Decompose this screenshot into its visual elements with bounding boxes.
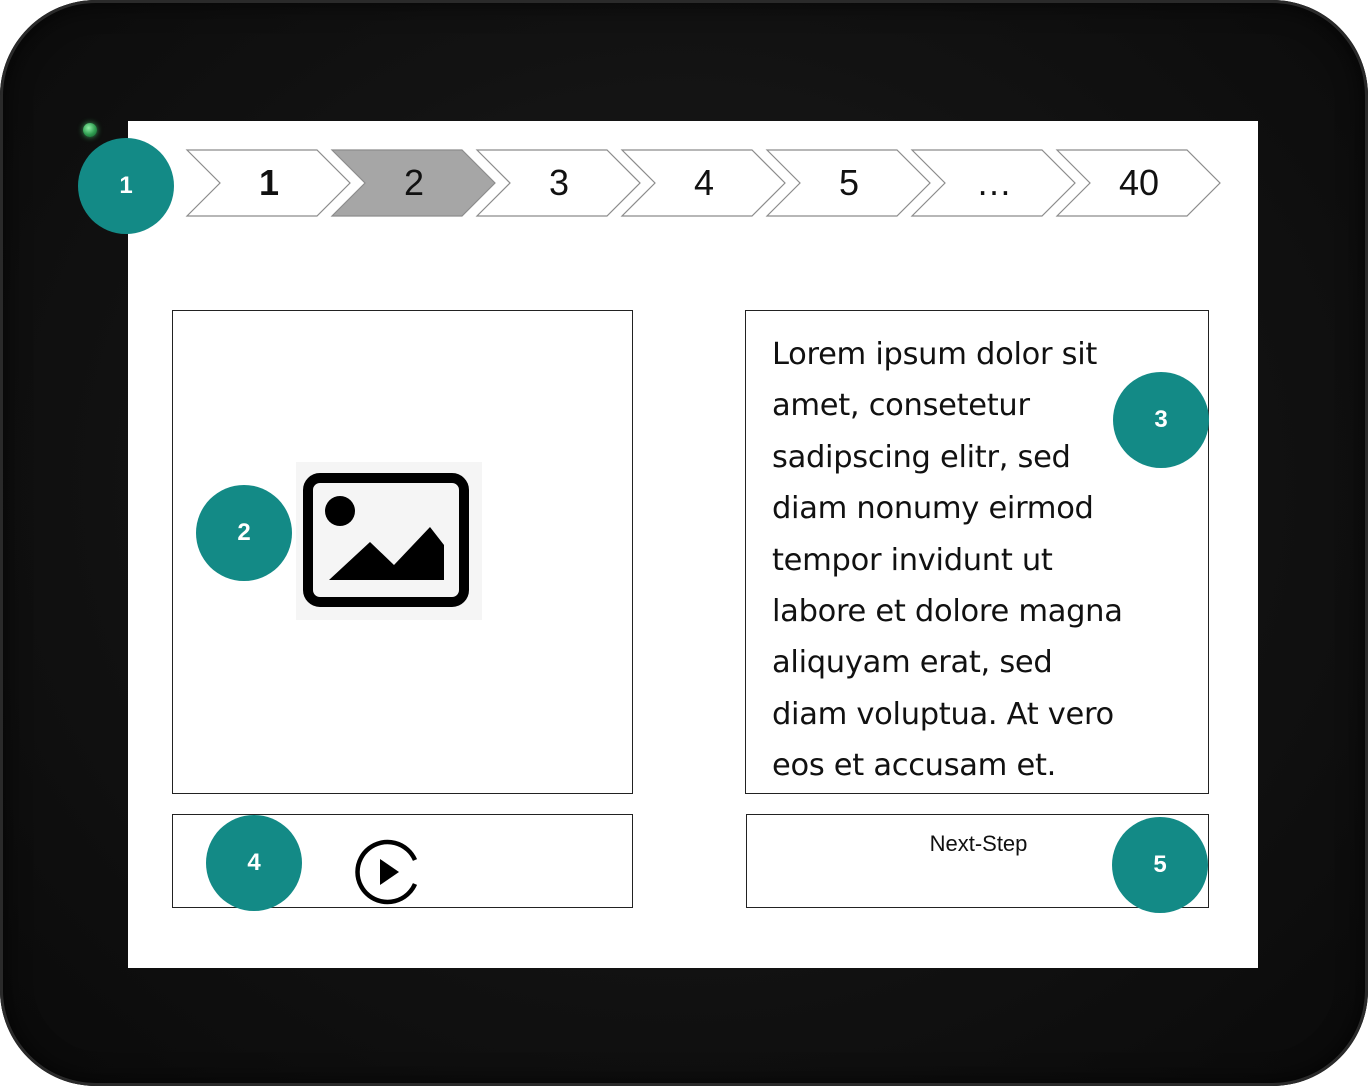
step-label-ellipsis: … — [976, 162, 1012, 203]
step-label-1: 1 — [258, 162, 280, 203]
callout-2: 2 — [196, 485, 292, 581]
callout-3: 3 — [1113, 372, 1209, 468]
callout-4: 4 — [206, 815, 302, 911]
step-label-2: 2 — [403, 162, 425, 203]
callout-1: 1 — [78, 138, 174, 234]
play-icon[interactable] — [353, 838, 421, 906]
status-led — [83, 123, 97, 137]
step-label-4: 4 — [693, 162, 715, 203]
callout-5: 5 — [1112, 817, 1208, 913]
device-screen: 1 2 3 4 5 … 40 Lorem ipsum dolor sit ame… — [128, 121, 1258, 968]
step-label-5: 5 — [838, 162, 860, 203]
step-progress-bar: 1 2 3 4 5 … 40 — [128, 121, 1258, 251]
image-icon — [296, 462, 482, 620]
step-label-40: 40 — [1118, 162, 1160, 203]
step-label-3: 3 — [548, 162, 570, 203]
